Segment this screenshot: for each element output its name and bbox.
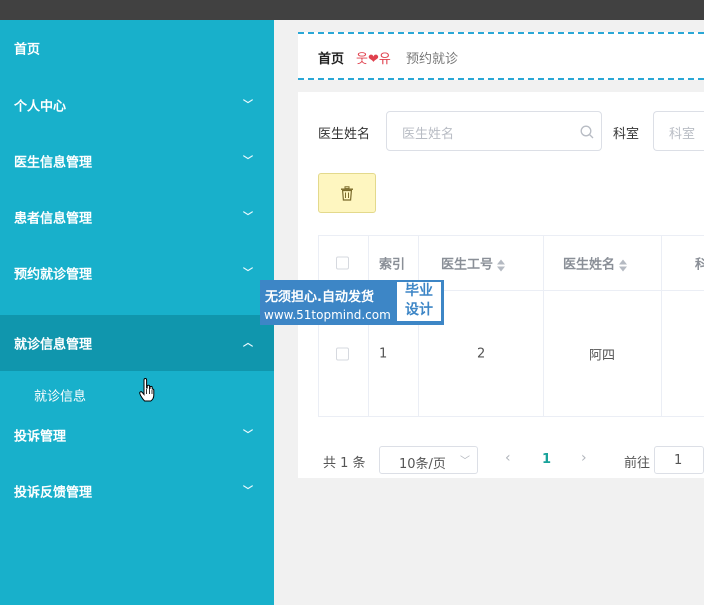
cell-value: 1	[379, 346, 388, 361]
header-label-wrap: 医生姓名	[563, 254, 628, 273]
chevron-down-icon: ﹀	[243, 268, 253, 279]
header-label: 医生工号	[441, 257, 494, 273]
goto-page-input[interactable]: 1	[654, 446, 704, 474]
prev-page-icon[interactable]: ‹	[505, 450, 511, 466]
sidebar-item-label: 患者信息管理	[14, 211, 93, 227]
top-bar	[0, 0, 704, 20]
department-label: 科室	[613, 127, 640, 142]
page-number-current[interactable]: 1	[542, 452, 551, 467]
chevron-down-icon: ﹀	[243, 212, 253, 223]
select-all-checkbox[interactable]	[336, 256, 349, 270]
breadcrumb-current: 预约就诊	[406, 52, 459, 67]
sidebar-item-appointment[interactable]: 预约就诊管理 ﹀	[0, 245, 274, 301]
sidebar-item-complaints[interactable]: 投诉管理 ﹀	[0, 407, 274, 463]
chevron-down-icon: ﹀	[243, 430, 253, 441]
table-header-department: 科	[662, 236, 704, 291]
sidebar-item-patient-info[interactable]: 患者信息管理 ﹀	[0, 189, 274, 245]
table-cell-doctor-name: 阿四	[544, 291, 662, 416]
header-label: 索引	[379, 257, 406, 273]
sidebar-item-label: 医生信息管理	[14, 155, 93, 171]
doctor-name-placeholder: 医生姓名	[402, 127, 455, 142]
sidebar: 首页 个人中心 ﹀ 医生信息管理 ﹀ 患者信息管理 ﹀ 预约就诊管理 ﹀ 就诊信…	[0, 20, 274, 605]
watermark-box: 毕业 设计	[396, 281, 442, 322]
delete-button[interactable]	[318, 173, 376, 213]
pagination-total: 共 1 条	[323, 456, 366, 471]
table-cell-department	[662, 291, 704, 416]
doctor-name-input[interactable]: 医生姓名	[386, 111, 602, 151]
table-header-doctor-name[interactable]: 医生姓名	[544, 236, 662, 291]
chevron-down-icon: ﹀	[460, 456, 470, 467]
sort-icon[interactable]	[497, 258, 506, 272]
department-input[interactable]: 科室	[653, 111, 704, 151]
data-table: 索引 医生工号 医生姓名 科 1 2 阿四	[318, 235, 704, 417]
goto-label: 前往	[624, 456, 651, 471]
chevron-down-icon: ﹀	[243, 100, 253, 111]
page-size-value: 10条/页	[399, 457, 446, 472]
trash-icon	[341, 186, 353, 201]
page-size-select[interactable]: 10条/页 ﹀	[379, 446, 478, 474]
breadcrumb-home[interactable]: 首页	[318, 48, 344, 67]
chevron-up-icon: ︿	[243, 338, 253, 349]
chevron-down-icon: ﹀	[243, 156, 253, 167]
watermark-url: www.51topmind.com	[264, 308, 391, 322]
sidebar-item-label: 首页	[14, 42, 41, 58]
department-placeholder: 科室	[669, 127, 696, 142]
sidebar-item-label: 预约就诊管理	[14, 267, 93, 283]
next-page-icon[interactable]: ›	[581, 450, 587, 466]
sidebar-item-label: 个人中心	[14, 99, 67, 115]
hand-cursor-icon	[139, 378, 155, 402]
watermark-line1: 无须担心.自动发货	[265, 290, 374, 305]
header-label-wrap: 医生工号	[441, 254, 506, 273]
sidebar-item-complaint-feedback[interactable]: 投诉反馈管理 ﹀	[0, 463, 274, 519]
sidebar-item-visit-info[interactable]: 就诊信息管理 ︿	[0, 315, 274, 371]
search-icon	[580, 125, 594, 139]
sidebar-item-home[interactable]: 首页	[0, 20, 274, 76]
header-label: 医生姓名	[563, 257, 616, 273]
sidebar-item-personal-center[interactable]: 个人中心 ﹀	[0, 77, 274, 133]
row-checkbox[interactable]	[336, 347, 349, 360]
breadcrumb-separator: 웃❤유	[356, 52, 391, 67]
goto-page-value: 1	[674, 453, 683, 468]
sidebar-item-label: 投诉管理	[14, 429, 67, 445]
chevron-down-icon: ﹀	[243, 486, 253, 497]
cell-value: 2	[477, 346, 486, 361]
sidebar-item-label: 投诉反馈管理	[14, 485, 93, 501]
breadcrumb: 首页 웃❤유 预约就诊	[298, 32, 704, 80]
cell-value: 阿四	[589, 348, 616, 363]
sidebar-item-doctor-info[interactable]: 医生信息管理 ﹀	[0, 133, 274, 189]
watermark-box-line2: 设计	[405, 302, 433, 318]
submenu-item-label: 就诊信息	[34, 389, 87, 405]
sort-icon[interactable]	[619, 258, 628, 272]
sidebar-item-label: 就诊信息管理	[14, 337, 93, 353]
watermark-badge: 无须担心.自动发货 www.51topmind.com 毕业 设计	[260, 280, 444, 325]
watermark-box-line1: 毕业	[405, 283, 433, 299]
header-label: 科	[695, 257, 704, 273]
doctor-name-label: 医生姓名	[318, 127, 371, 142]
